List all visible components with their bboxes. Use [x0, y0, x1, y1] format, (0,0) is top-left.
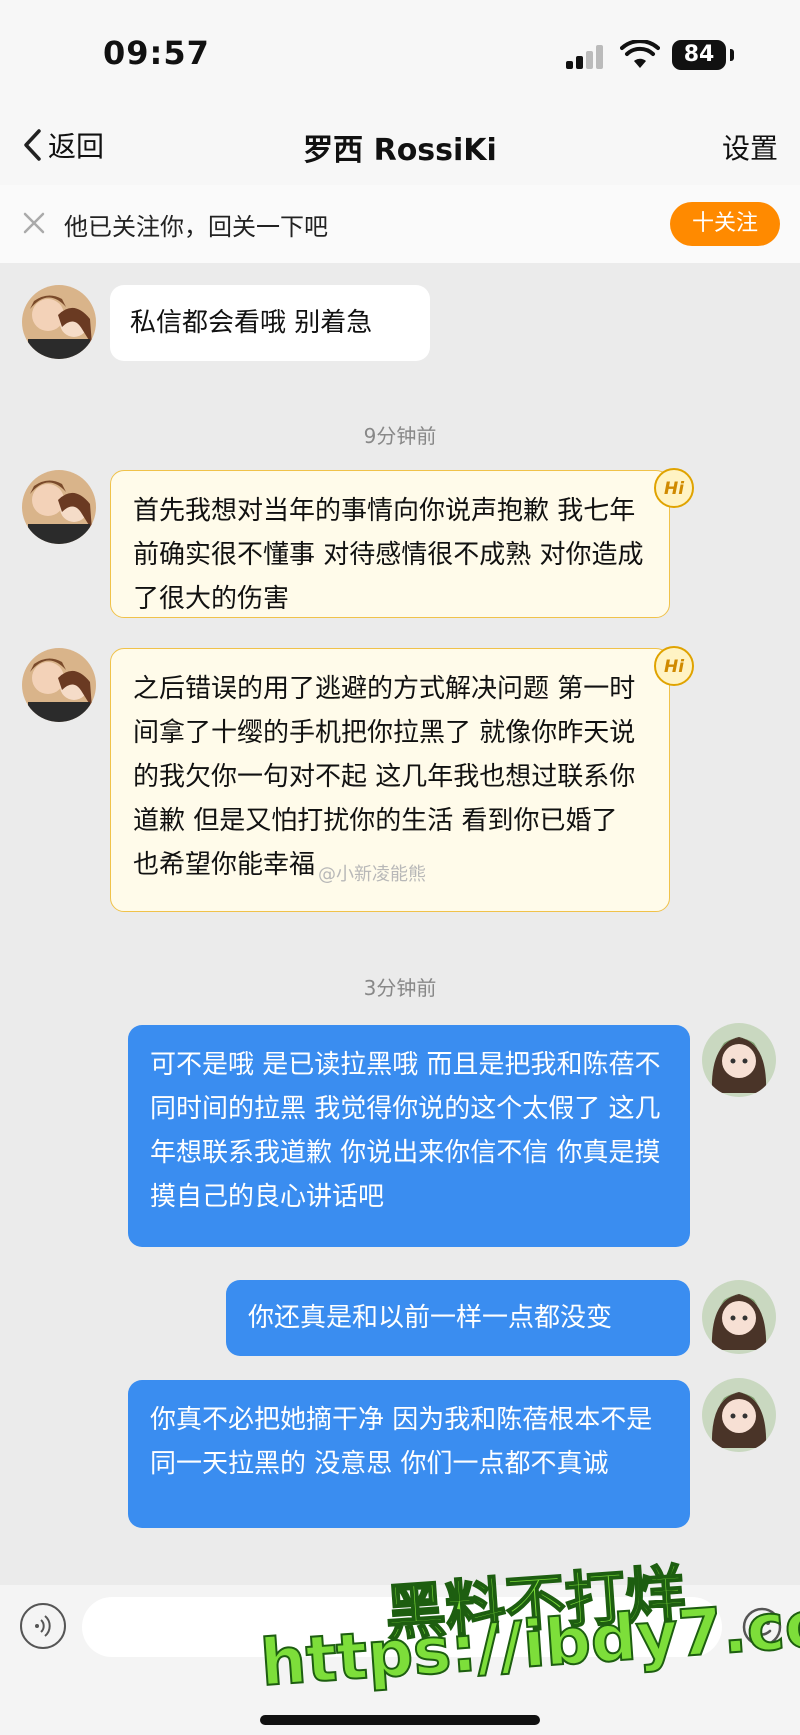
timestamp: 9分钟前	[363, 424, 437, 448]
message-text: 你还真是和以前一样一点都没变	[248, 1303, 613, 1333]
user-avatar-image	[702, 1378, 776, 1452]
contact-avatar-image	[22, 285, 96, 359]
voice-icon	[35, 1615, 51, 1637]
status-time: 09:57	[103, 34, 210, 72]
contact-avatar[interactable]	[22, 470, 96, 544]
user-avatar[interactable]	[702, 1280, 776, 1354]
chat-title: 罗西 RossiKi	[303, 133, 497, 168]
wifi-icon	[620, 40, 660, 68]
watermark-text: @小新凌能熊	[318, 864, 426, 885]
message-bubble-incoming[interactable]: 首先我想对当年的事情向你说声抱歉 我七年前确实很不懂事 对待感情很不成熟 对你造…	[110, 470, 670, 618]
hi-badge-icon: Hi	[654, 468, 694, 508]
signal-icon	[566, 45, 606, 69]
message-bubble-outgoing[interactable]: 你还真是和以前一样一点都没变	[226, 1280, 690, 1356]
battery-tip	[730, 49, 734, 61]
message-text: 你真不必把她摘干净 因为我和陈蓓根本不是同一天拉黑的 没意思 你们一点都不真诚	[150, 1405, 653, 1479]
contact-avatar[interactable]	[22, 648, 96, 722]
contact-avatar-image	[22, 470, 96, 544]
message-text: 私信都会看哦 别着急	[130, 308, 373, 338]
status-bar: 09:57 84	[0, 0, 800, 105]
user-avatar-image	[702, 1280, 776, 1354]
message-text: 可不是哦 是已读拉黑哦 而且是把我和陈蓓不同时间的拉黑 我觉得你说的这个太假了 …	[150, 1050, 661, 1212]
message-text: 之后错误的用了逃避的方式解决问题 第一时间拿了十缨的手机把你拉黑了 就像你昨天说…	[133, 674, 636, 880]
voice-button[interactable]	[20, 1603, 66, 1649]
battery-indicator: 84	[672, 40, 726, 70]
follow-back-prompt: 他已关注你，回关一下吧	[64, 213, 328, 241]
user-avatar[interactable]	[702, 1023, 776, 1097]
message-text: 首先我想对当年的事情向你说声抱歉 我七年前确实很不懂事 对待感情很不成熟 对你造…	[133, 496, 644, 614]
nav-bar: 返回 罗西 RossiKi 设置	[0, 105, 800, 185]
contact-avatar[interactable]	[22, 285, 96, 359]
settings-button[interactable]: 设置	[722, 127, 778, 167]
timestamp: 3分钟前	[363, 976, 437, 1000]
message-bubble-outgoing[interactable]: 你真不必把她摘干净 因为我和陈蓓根本不是同一天拉黑的 没意思 你们一点都不真诚	[128, 1380, 690, 1528]
follow-back-bar: 他已关注你，回关一下吧 十关注	[0, 185, 800, 263]
message-bubble-outgoing[interactable]: 可不是哦 是已读拉黑哦 而且是把我和陈蓓不同时间的拉黑 我觉得你说的这个太假了 …	[128, 1025, 690, 1247]
follow-button[interactable]: 十关注	[670, 202, 780, 246]
hi-badge-icon: Hi	[654, 646, 694, 686]
contact-avatar-image	[22, 648, 96, 722]
user-avatar-image	[702, 1023, 776, 1097]
message-bubble-incoming[interactable]: 私信都会看哦 别着急	[110, 285, 430, 361]
home-indicator	[260, 1715, 540, 1725]
user-avatar[interactable]	[702, 1378, 776, 1452]
close-icon[interactable]	[20, 209, 48, 237]
